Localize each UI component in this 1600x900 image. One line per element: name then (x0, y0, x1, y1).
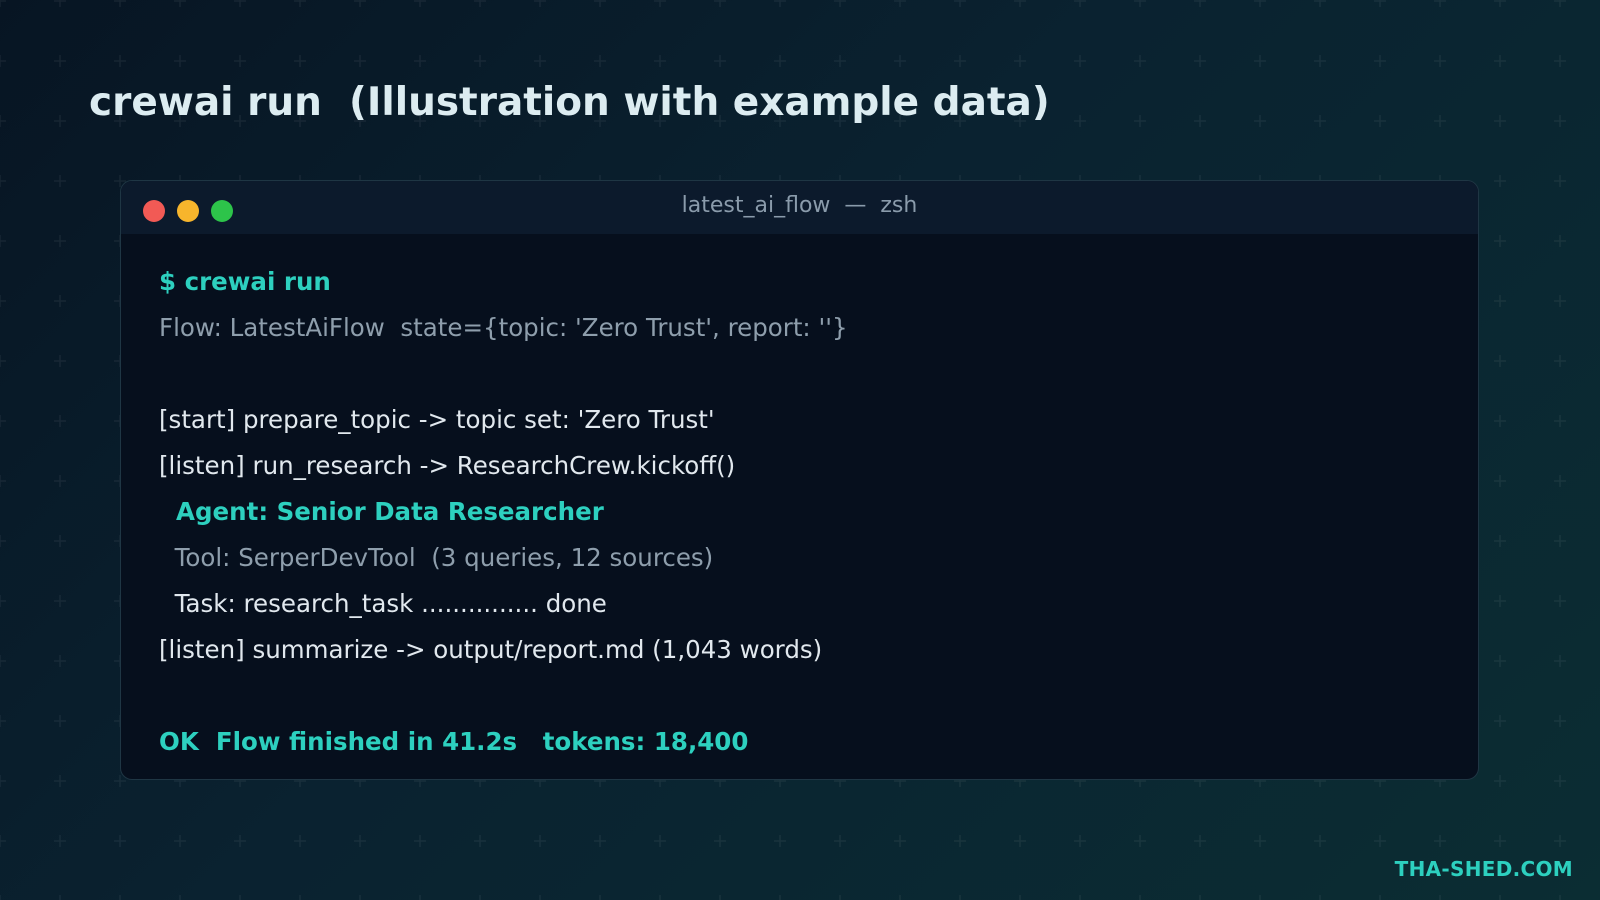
page-title: crewai run (Illustration with example da… (89, 80, 1050, 125)
listen-research-line: [listen] run_research -> ResearchCrew.ki… (159, 451, 736, 480)
flow-info-line: Flow: LatestAiFlow state={topic: 'Zero T… (159, 313, 848, 342)
terminal-window[interactable]: latest_ai_flow — zsh $ crewai run Flow: … (120, 180, 1479, 780)
tool-line: Tool: SerperDevTool (3 queries, 12 sourc… (159, 543, 714, 572)
start-step-line: [start] prepare_topic -> topic set: 'Zer… (159, 405, 715, 434)
command-line: $ crewai run (159, 267, 331, 296)
terminal-titlebar[interactable]: latest_ai_flow — zsh (121, 181, 1478, 234)
result-line: OK Flow finished in 41.2s tokens: 18,400 (159, 727, 749, 756)
site-watermark: THA-SHED.COM (1394, 857, 1573, 881)
task-line: Task: research_task ............... done (159, 589, 607, 618)
listen-summarize-line: [listen] summarize -> output/report.md (… (159, 635, 823, 664)
agent-line: Agent: Senior Data Researcher (159, 497, 604, 526)
terminal-output: $ crewai run Flow: LatestAiFlow state={t… (159, 259, 1458, 765)
terminal-window-title: latest_ai_flow — zsh (681, 193, 918, 218)
